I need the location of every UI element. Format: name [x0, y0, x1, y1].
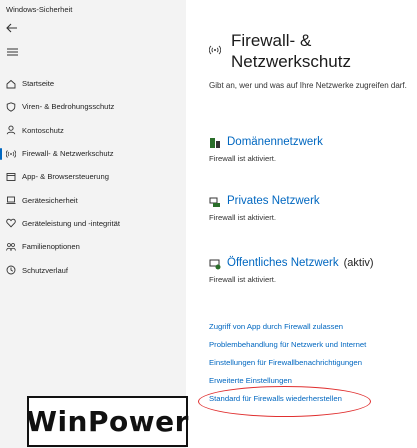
- active-tag: (aktiv): [343, 257, 374, 269]
- troubleshoot-link[interactable]: Problembehandlung für Netzwerk und Inter…: [209, 340, 414, 358]
- heart-icon: [6, 218, 16, 228]
- main-content: Firewall- & Netzwerkschutz Gibt an, wer …: [186, 0, 417, 448]
- sidebar-item-label: App- & Browsersteuerung: [22, 172, 109, 182]
- domain-network-icon: [209, 136, 221, 148]
- sidebar-item-schutzverlauf[interactable]: Schutzverlauf: [0, 258, 186, 281]
- sidebar-item-app-browser[interactable]: App- & Browsersteuerung: [0, 165, 186, 188]
- public-network-icon: [209, 257, 221, 270]
- sidebar-item-label: Startseite: [22, 79, 55, 89]
- network-status: Firewall ist aktiviert.: [209, 154, 277, 163]
- allow-app-link[interactable]: Zugriff von App durch Firewall zulassen: [209, 322, 414, 340]
- sidebar-item-label: Geräteleistung und -integrität: [22, 218, 120, 228]
- sidebar-item-label: Schutzverlauf: [22, 265, 69, 275]
- hamburger-menu-icon[interactable]: [5, 46, 19, 58]
- notification-settings-link[interactable]: Einstellungen für Firewallbenachrichtigu…: [209, 358, 414, 376]
- sidebar-item-geraetesicherheit[interactable]: Gerätesicherheit: [0, 188, 186, 211]
- person-icon: [6, 125, 16, 135]
- sidebar-item-label: Viren- & Bedrohungsschutz: [22, 102, 115, 112]
- sidebar-item-firewall[interactable]: Firewall- & Netzwerkschutz: [0, 142, 186, 165]
- network-domain: Domänennetzwerk Firewall ist aktiviert.: [209, 136, 414, 163]
- page-title: Firewall- & Netzwerkschutz: [231, 31, 351, 71]
- wifi-antenna-icon: [6, 149, 16, 159]
- window-title: Windows-Sicherheit: [6, 5, 73, 14]
- network-private: Privates Netzwerk Firewall ist aktiviert…: [209, 195, 414, 222]
- sidebar-item-label: Gerätesicherheit: [22, 195, 78, 205]
- sidebar-item-label: Firewall- & Netzwerkschutz: [22, 149, 114, 159]
- network-status: Firewall ist aktiviert.: [209, 213, 277, 222]
- history-clock-icon: [6, 265, 16, 275]
- sidebar-item-geraeteleistung[interactable]: Geräteleistung und -integrität: [0, 212, 186, 235]
- network-name-link[interactable]: Domänennetzwerk: [227, 136, 323, 148]
- network-status: Firewall ist aktiviert.: [209, 275, 277, 284]
- wifi-antenna-icon: [208, 43, 222, 55]
- sidebar-item-startseite[interactable]: Startseite: [0, 72, 186, 95]
- private-network-icon: [209, 195, 221, 207]
- sidebar: Windows-Sicherheit Startseite Viren- & B…: [0, 0, 186, 448]
- sidebar-item-familienoptionen[interactable]: Familienoptionen: [0, 235, 186, 258]
- app-browser-icon: [6, 172, 16, 182]
- home-icon: [6, 79, 16, 89]
- sidebar-nav: Startseite Viren- & Bedrohungsschutz Kon…: [0, 72, 186, 282]
- network-name-link[interactable]: Privates Netzwerk: [227, 195, 320, 207]
- highlight-ellipse: [198, 386, 371, 417]
- device-laptop-icon: [6, 195, 16, 205]
- sidebar-item-label: Familienoptionen: [22, 242, 80, 252]
- sidebar-item-kontoschutz[interactable]: Kontoschutz: [0, 119, 186, 142]
- active-indicator: [0, 147, 2, 160]
- sidebar-item-viren[interactable]: Viren- & Bedrohungsschutz: [0, 95, 186, 118]
- watermark-logo: WinPower: [26, 396, 188, 447]
- network-public: Öffentliches Netzwerk (aktiv) Firewall i…: [209, 257, 414, 284]
- network-name-link[interactable]: Öffentliches Netzwerk: [227, 257, 339, 269]
- sidebar-item-label: Kontoschutz: [22, 125, 64, 135]
- page-description: Gibt an, wer und was auf Ihre Netzwerke …: [209, 81, 407, 90]
- back-arrow-icon[interactable]: [5, 22, 19, 34]
- shield-icon: [6, 102, 16, 112]
- family-icon: [6, 242, 16, 252]
